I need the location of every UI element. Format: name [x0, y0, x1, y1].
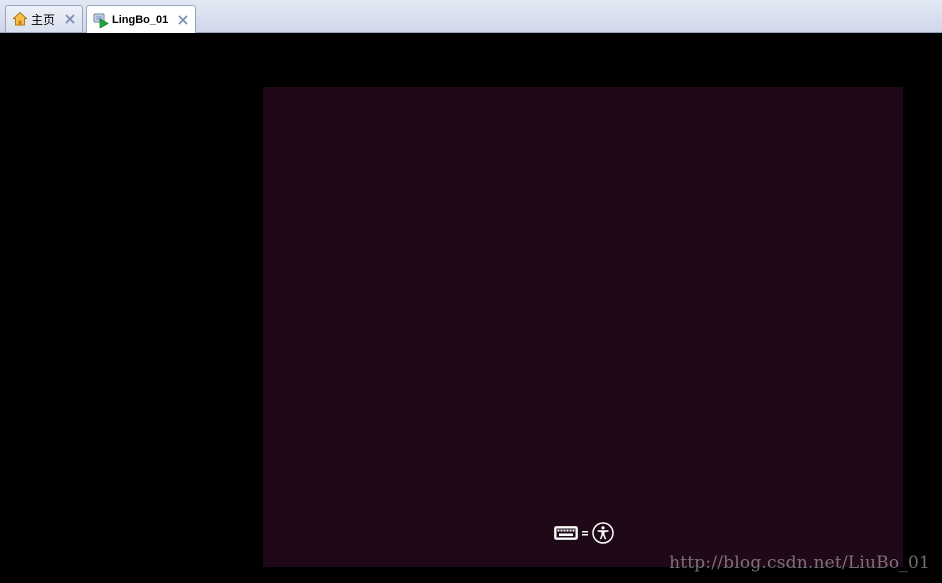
home-icon — [12, 11, 28, 27]
close-icon[interactable] — [177, 14, 189, 26]
vm-display-area[interactable]: http://blog.csdn.net/LiuBo_01 — [0, 33, 942, 583]
vm-screen[interactable] — [263, 87, 903, 567]
vm-play-icon — [93, 12, 109, 29]
watermark-text: http://blog.csdn.net/LiuBo_01 — [669, 553, 930, 573]
tab-home[interactable]: 主页 — [5, 5, 83, 32]
keyboard-icon[interactable] — [554, 526, 578, 540]
tab-label: 主页 — [31, 12, 56, 27]
close-icon[interactable] — [64, 13, 76, 25]
tab-bar: 主页 LingBo_01 — [0, 0, 942, 33]
tab-vm[interactable]: LingBo_01 — [86, 5, 196, 33]
equals-icon — [581, 526, 589, 540]
vm-window: 主页 LingBo_01 http://blog.csdn.net/LiuBo_… — [0, 0, 942, 583]
boot-status-icons — [554, 521, 614, 545]
accessibility-icon[interactable] — [592, 522, 614, 544]
tab-label: LingBo_01 — [112, 13, 169, 26]
